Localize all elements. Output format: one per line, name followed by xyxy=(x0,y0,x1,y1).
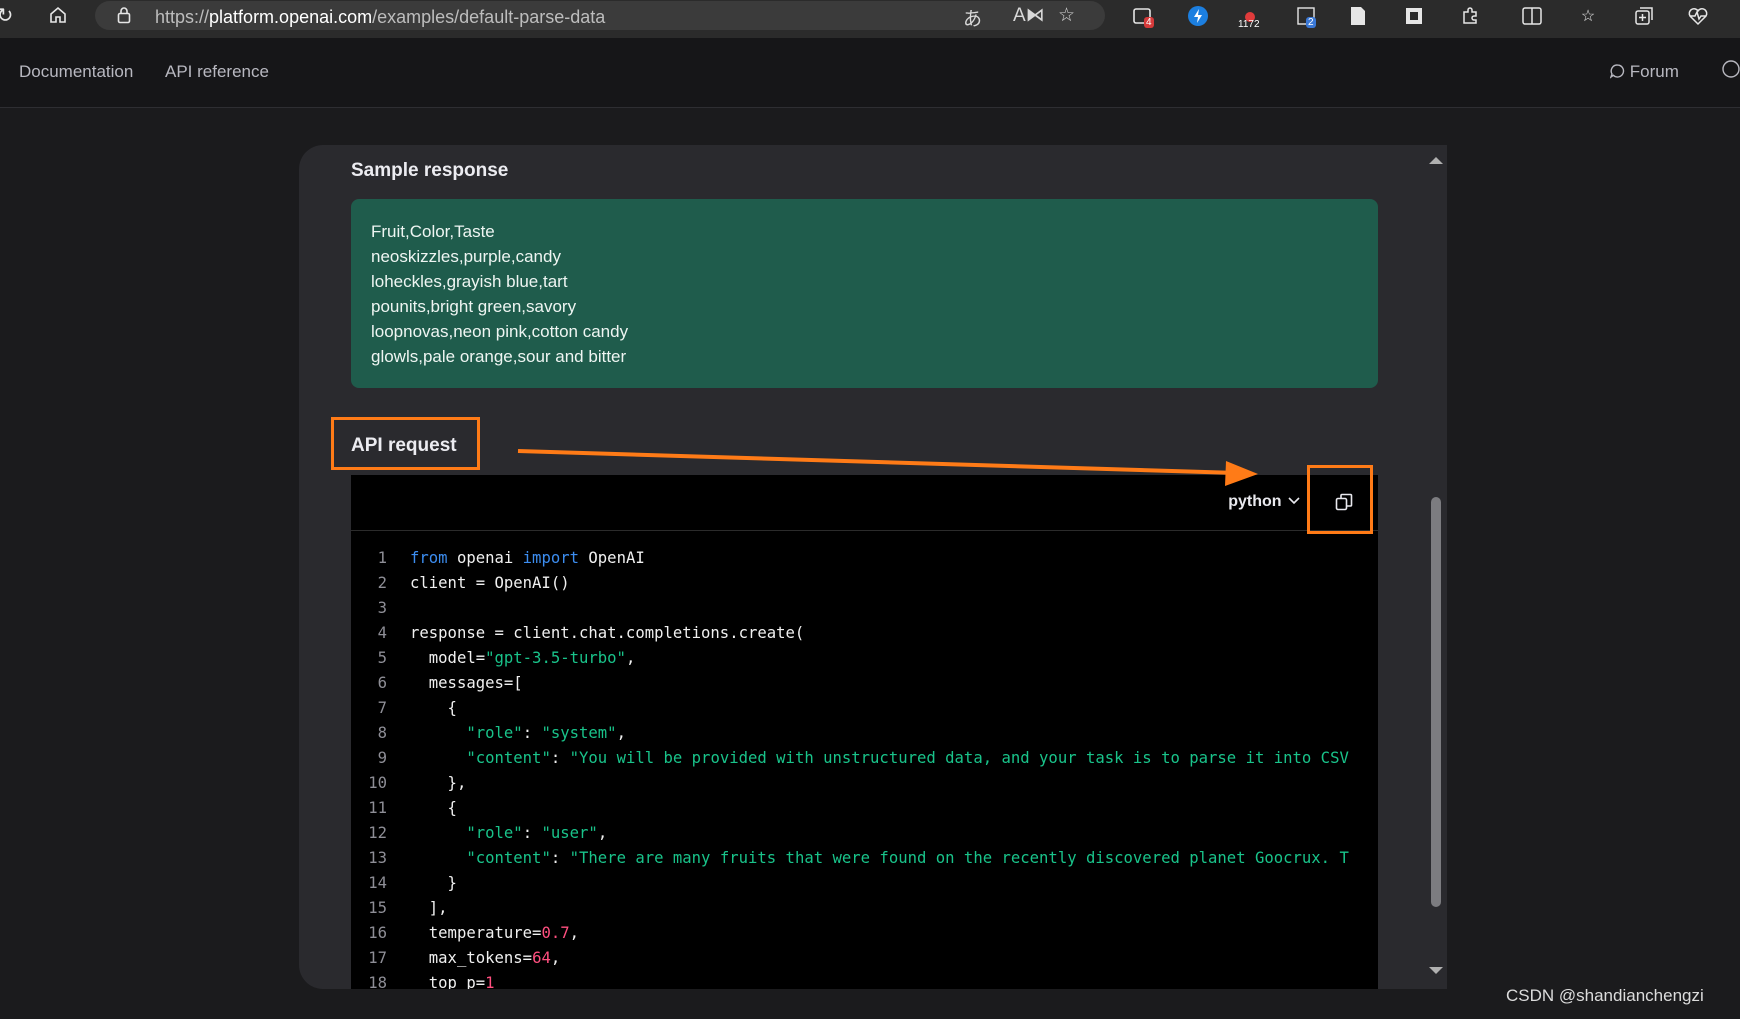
annotation-arrow xyxy=(517,449,1258,486)
watermark: CSDN @shandianchengzi xyxy=(1506,986,1704,1005)
